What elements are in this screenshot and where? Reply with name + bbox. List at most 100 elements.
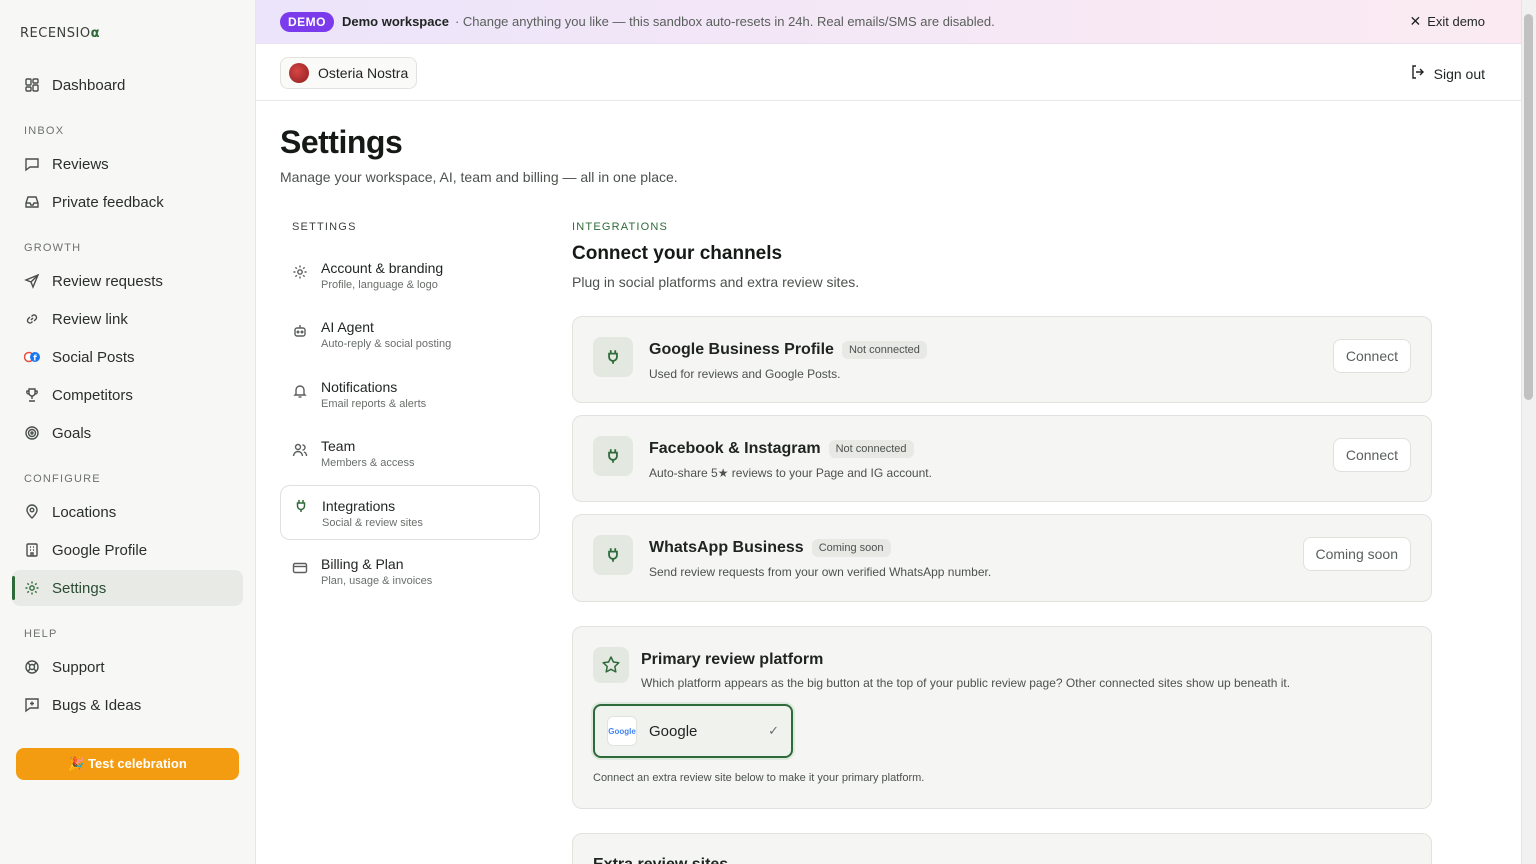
topbar: Osteria Nostra Sign out	[256, 44, 1521, 101]
sidebar-item-locations[interactable]: Locations	[12, 494, 243, 530]
settings-nav-item-title: AI Agent	[321, 319, 374, 335]
sign-out-label: Sign out	[1433, 65, 1485, 82]
connect-google-button[interactable]: Connect	[1332, 339, 1411, 373]
settings-nav-item-title: Billing & Plan	[321, 556, 404, 572]
lifebuoy-icon	[24, 659, 40, 675]
location-switcher[interactable]: Osteria Nostra	[280, 57, 418, 89]
users-icon	[292, 442, 308, 458]
primary-platform-desc: Which platform appears as the big button…	[641, 676, 1291, 690]
dashboard-icon	[24, 77, 40, 93]
gear-icon	[292, 264, 308, 280]
sidebar-item-review-requests[interactable]: Review requests	[12, 263, 243, 299]
building-icon	[24, 542, 40, 558]
status-badge: Not connected	[828, 440, 914, 458]
settings-nav-notifications[interactable]: Notifications Email reports & alerts	[280, 371, 540, 426]
sidebar-item-settings[interactable]: Settings	[12, 570, 243, 606]
extra-review-sites-title: Extra review sites	[593, 856, 728, 864]
location-avatar	[289, 63, 309, 83]
demo-banner: DEMO Demo workspace · Change anything yo…	[256, 0, 1521, 44]
link-icon	[24, 311, 40, 327]
pin-icon	[24, 504, 40, 520]
sidebar-item-label: Settings	[52, 579, 107, 597]
sidebar-item-social-posts[interactable]: f Social Posts	[12, 339, 243, 375]
page-subtitle: Manage your workspace, AI, team and bill…	[280, 169, 678, 185]
settings-nav-account-branding[interactable]: Account & branding Profile, language & l…	[280, 252, 540, 307]
integration-desc: Used for reviews and Google Posts.	[649, 367, 841, 381]
primary-platform-title: Primary review platform	[641, 651, 824, 668]
extra-review-sites-card: Extra review sites	[572, 833, 1432, 864]
section-label-configure: CONFIGURE	[24, 473, 101, 485]
settings-nav-item-desc: Auto-reply & social posting	[321, 338, 452, 350]
sidebar-item-dashboard[interactable]: Dashboard	[12, 67, 243, 103]
sidebar-item-review-link[interactable]: Review link	[12, 301, 243, 337]
sidebar-item-competitors[interactable]: Competitors	[12, 377, 243, 413]
plug-icon	[593, 337, 633, 377]
sidebar-item-label: Reviews	[52, 155, 109, 173]
settings-nav-item-title: Team	[321, 438, 356, 454]
demo-pill: DEMO	[280, 11, 334, 32]
integration-card-google: Google Business Profile Not connected Use…	[572, 316, 1432, 403]
sidebar-item-label: Bugs & Ideas	[52, 696, 142, 714]
integration-name: Google Business Profile Not connected	[649, 341, 927, 359]
sidebar-item-bugs-ideas[interactable]: Bugs & Ideas	[12, 687, 243, 723]
chat-icon	[24, 156, 40, 172]
whatsapp-coming-soon-button[interactable]: Coming soon	[1302, 537, 1411, 571]
plug-icon	[593, 535, 633, 575]
sidebar-item-google-profile[interactable]: Google Profile	[12, 532, 243, 568]
bell-icon	[292, 383, 308, 399]
check-icon: ✓	[768, 723, 779, 738]
integration-name: WhatsApp Business Coming soon	[649, 539, 891, 557]
settings-nav-integrations[interactable]: Integrations Social & review sites	[280, 485, 540, 540]
close-icon: ✕	[1409, 13, 1422, 29]
settings-nav-item-desc: Plan, usage & invoices	[321, 575, 433, 587]
demo-message: · Change anything you like — this sandbo…	[454, 14, 995, 29]
settings-nav-ai-agent[interactable]: AI Agent Auto-reply & social posting	[280, 311, 540, 366]
sidebar-item-label: Social Posts	[52, 348, 135, 366]
sidebar: RECENSIOα Dashboard INBOX Reviews Privat…	[0, 0, 256, 864]
integration-desc: Send review requests from your own verif…	[649, 565, 992, 579]
sidebar-item-label: Review link	[52, 310, 128, 328]
integration-desc: Auto-share 5★ reviews to your Page and I…	[649, 466, 932, 480]
location-name: Osteria Nostra	[318, 65, 409, 81]
settings-nav-billing-plan[interactable]: Billing & Plan Plan, usage & invoices	[280, 548, 540, 603]
section-tag: INTEGRATIONS	[572, 221, 669, 233]
settings-nav-item-title: Integrations	[322, 498, 396, 514]
sidebar-item-private-feedback[interactable]: Private feedback	[12, 184, 243, 220]
platform-option-google[interactable]: Google Google ✓	[593, 704, 793, 758]
status-badge: Coming soon	[811, 539, 891, 557]
trophy-icon	[24, 387, 40, 403]
sign-out-button[interactable]: Sign out	[1410, 64, 1485, 83]
settings-nav-team[interactable]: Team Members & access	[280, 430, 540, 485]
platform-option-label: Google	[649, 722, 698, 740]
integration-name: Facebook & Instagram Not connected	[649, 440, 914, 458]
test-celebration-button[interactable]: 🎉 Test celebration	[16, 748, 239, 780]
scrollbar-thumb[interactable]	[1524, 14, 1533, 400]
svg-text:f: f	[33, 354, 37, 363]
google-logo: Google	[607, 716, 637, 746]
section-subtitle: Plug in social platforms and extra revie…	[572, 274, 860, 290]
sidebar-item-support[interactable]: Support	[12, 649, 243, 685]
sidebar-item-reviews[interactable]: Reviews	[12, 146, 243, 182]
sidebar-item-goals[interactable]: Goals	[12, 415, 243, 451]
app-logo[interactable]: RECENSIOα	[20, 26, 100, 41]
settings-nav-item-title: Notifications	[321, 379, 398, 395]
section-label-help: HELP	[24, 628, 58, 640]
sidebar-item-label: Review requests	[52, 272, 163, 290]
robot-icon	[292, 323, 308, 339]
sidebar-item-label: Competitors	[52, 386, 133, 404]
message-plus-icon	[24, 697, 40, 713]
sidebar-item-label: Private feedback	[52, 193, 164, 211]
exit-demo-label: Exit demo	[1427, 14, 1485, 29]
target-icon	[24, 425, 40, 441]
settings-nav-item-title: Account & branding	[321, 260, 444, 276]
sidebar-item-label: Goals	[52, 424, 92, 442]
sidebar-item-label: Dashboard	[52, 76, 126, 94]
settings-nav-item-desc: Members & access	[321, 457, 415, 469]
exit-demo-button[interactable]: ✕ Exit demo	[1409, 13, 1485, 30]
status-badge: Not connected	[841, 341, 927, 359]
settings-nav-item-desc: Social & review sites	[322, 517, 423, 529]
settings-nav-item-desc: Profile, language & logo	[321, 279, 438, 291]
plug-icon	[293, 498, 309, 514]
connect-facebook-button[interactable]: Connect	[1332, 438, 1411, 472]
social-icon: f	[24, 349, 40, 365]
